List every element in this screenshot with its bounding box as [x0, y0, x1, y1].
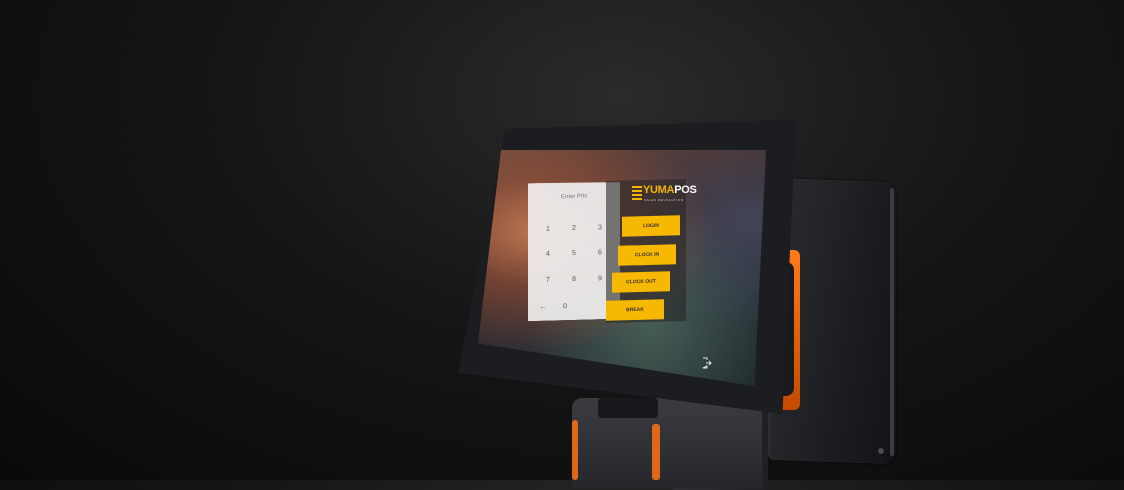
key-1[interactable]: 1	[537, 220, 559, 239]
login-button[interactable]: LOGIN	[622, 215, 680, 237]
clock-out-button[interactable]: CLOCK OUT	[612, 271, 670, 293]
printer-slot	[598, 398, 658, 418]
key-2[interactable]: 2	[563, 220, 585, 239]
brand-primary: YUMA	[643, 184, 675, 196]
backspace-icon[interactable]: ←	[532, 299, 554, 318]
key-8[interactable]: 8	[563, 271, 585, 290]
logo-grid-icon	[632, 186, 642, 200]
rear-indicator-dot	[878, 448, 884, 454]
break-button[interactable]: BREAK	[606, 299, 664, 321]
brand-name: YUMAPOS	[643, 184, 697, 196]
key-5[interactable]: 5	[563, 245, 585, 264]
key-0[interactable]: 0	[554, 298, 576, 317]
yumapos-logo: YUMAPOS SALES REVOLUTION	[632, 184, 697, 210]
stand-orange-trim-right	[652, 424, 660, 480]
stand-orange-trim-left	[572, 420, 578, 480]
rear-display-edge	[890, 188, 894, 457]
exit-icon[interactable]	[702, 356, 712, 369]
brand-tagline: SALES REVOLUTION	[644, 198, 684, 202]
key-4[interactable]: 4	[537, 245, 559, 264]
brand-secondary: POS	[674, 184, 697, 196]
clock-in-button[interactable]: CLOCK IN	[618, 244, 676, 266]
key-7[interactable]: 7	[537, 271, 559, 290]
